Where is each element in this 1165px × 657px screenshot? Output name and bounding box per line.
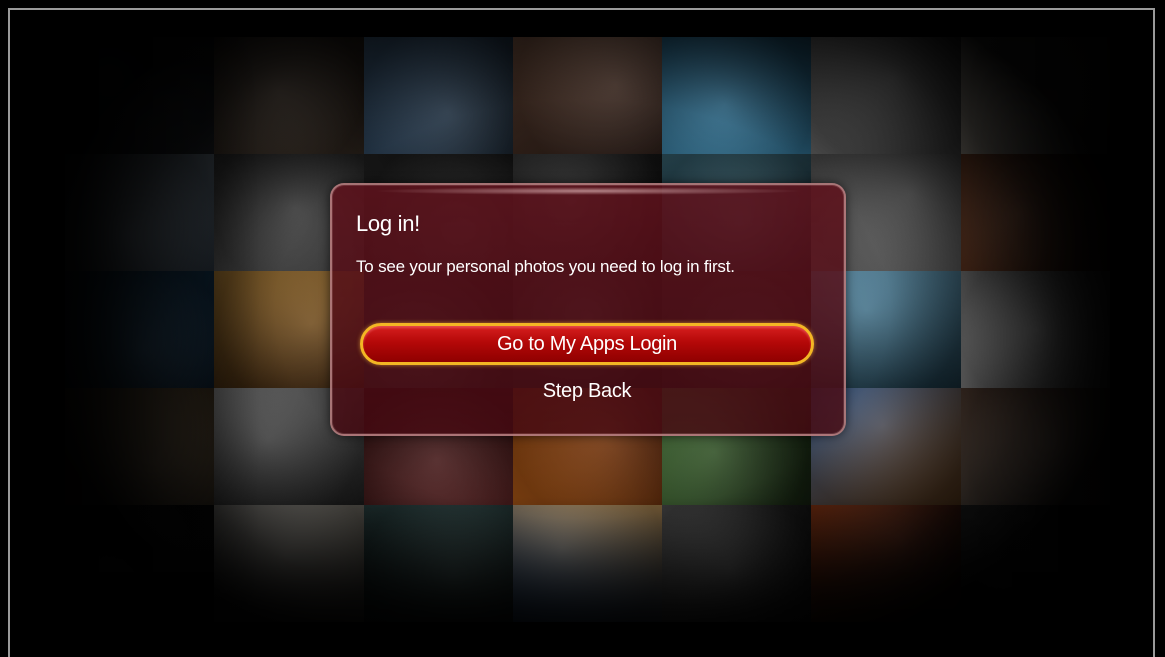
bottom-fade-overlay — [0, 497, 1165, 657]
app-screen: Log in! To see your personal photos you … — [0, 0, 1165, 657]
go-to-login-button[interactable]: Go to My Apps Login — [360, 323, 814, 365]
tile-blue-sky-bubbles — [662, 37, 812, 154]
step-back-button[interactable]: Step Back — [360, 373, 814, 409]
dialog-title: Log in! — [356, 211, 420, 236]
tile-shade — [363, 37, 513, 154]
tile-brick-house — [512, 37, 663, 154]
tile-letter-tiles — [363, 37, 513, 154]
tile-shade — [811, 37, 961, 154]
tile-bridge-bw — [811, 37, 961, 154]
tile-shade — [662, 37, 812, 154]
dialog-message: To see your personal photos you need to … — [356, 257, 735, 276]
dialog-highlight — [372, 187, 804, 195]
tile-shade — [512, 37, 663, 154]
login-dialog: Log in! To see your personal photos you … — [330, 183, 846, 436]
